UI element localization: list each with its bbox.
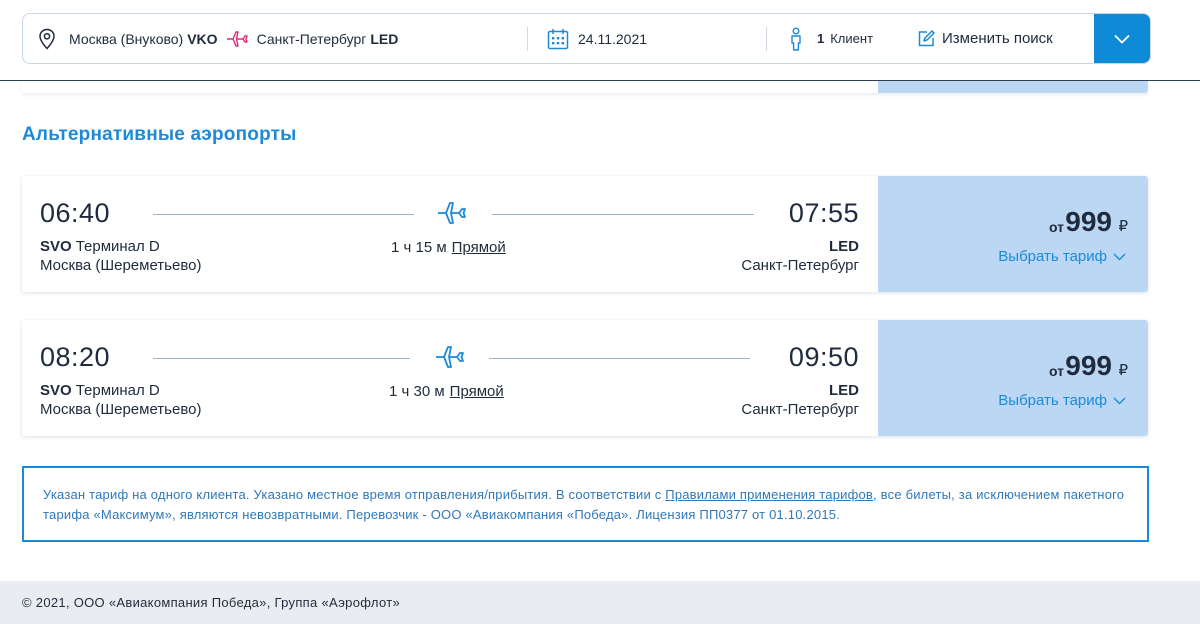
route-summary[interactable]: Москва (Внуково) VKO Санкт-Петербург LED [23, 14, 527, 63]
previous-price-panel[interactable] [878, 81, 1148, 93]
route-line [153, 358, 410, 359]
arrival-code: LED [829, 382, 859, 399]
departure-terminal: Терминал D [75, 238, 160, 255]
price-amount: 999 [1065, 206, 1112, 237]
plane-icon [438, 202, 466, 224]
expand-search-button[interactable] [1094, 14, 1150, 63]
flight-date: 24.11.2021 [578, 30, 648, 47]
chevron-down-icon [1113, 397, 1126, 404]
direct-flight-link[interactable]: Прямой [450, 383, 504, 400]
fare-notice-part1: Указан тариф на одного клиента. Указано … [43, 487, 666, 502]
choose-fare-button[interactable]: Выбрать тариф [998, 248, 1126, 265]
route-line [492, 214, 754, 215]
departure-airport: SVO Терминал D [40, 382, 160, 399]
origin-city: Москва (Внуково) [69, 30, 184, 47]
price-from-label: от [1048, 363, 1064, 379]
fare-notice-text: Указан тариф на одного клиента. Указано … [43, 485, 1128, 525]
previous-flight-card [22, 81, 1148, 93]
search-summary-bar: Москва (Внуково) VKO Санкт-Петербург LED… [22, 13, 1151, 64]
departure-airport: SVO Терминал D [40, 238, 160, 255]
currency-symbol: ₽ [1118, 362, 1128, 379]
calendar-icon [547, 28, 569, 49]
map-pin-icon [39, 28, 55, 50]
departure-time: 08:20 [40, 342, 111, 372]
price-from-label: от [1048, 219, 1064, 235]
passenger-count: 1 [817, 31, 825, 46]
price-amount: 999 [1065, 350, 1112, 381]
pencil-icon [918, 29, 935, 46]
choose-fare-label: Выбрать тариф [998, 392, 1107, 409]
person-icon [791, 27, 801, 51]
section-title: Альтернативные аэропорты [22, 124, 297, 145]
price-panel[interactable]: от 999 ₽ Выбрать тариф [878, 320, 1148, 436]
price-panel[interactable]: от 999 ₽ Выбрать тариф [878, 176, 1148, 292]
departure-city: Москва (Шереметьево) [40, 401, 202, 418]
flight-duration-row: 1 ч 30 м Прямой [389, 383, 504, 400]
destination-code: LED [370, 30, 399, 47]
chevron-down-icon [1114, 34, 1130, 44]
plane-icon [226, 30, 248, 47]
arrival-city: Санкт-Петербург [741, 401, 859, 418]
arrival-code: LED [829, 238, 859, 255]
route-line [153, 214, 414, 215]
passenger-summary[interactable]: 1 Клиент [767, 14, 917, 63]
flight-duration: 1 ч 30 м [389, 383, 445, 400]
flight-duration-row: 1 ч 15 м Прямой [391, 239, 506, 256]
flight-duration: 1 ч 15 м [391, 239, 447, 256]
plane-icon [436, 346, 464, 368]
departure-code: SVO [40, 382, 72, 399]
edit-search-label: Изменить поиск [942, 30, 1053, 47]
route-line [489, 358, 750, 359]
chevron-down-icon [1113, 253, 1126, 260]
direct-flight-link[interactable]: Прямой [452, 239, 506, 256]
arrival-time: 07:55 [788, 198, 859, 228]
departure-code: SVO [40, 238, 72, 255]
edit-search-button[interactable]: Изменить поиск [917, 14, 1077, 63]
destination-city: Санкт-Петербург [256, 30, 367, 47]
departure-city: Москва (Шереметьево) [40, 257, 202, 274]
flight-info: 08:20 09:50 SVO Терминал D Москва (Шереме… [22, 320, 878, 436]
arrival-city: Санкт-Петербург [741, 257, 859, 274]
footer: © 2021, ООО «Авиакомпания Победа», Групп… [0, 581, 1200, 624]
departure-terminal: Терминал D [75, 382, 160, 399]
flight-info: 06:40 07:55 SVO Терминал D Москва (Шереме… [22, 176, 878, 292]
flight-card: 06:40 07:55 SVO Терминал D Москва (Шереме… [22, 176, 1148, 292]
fare-notice: Указан тариф на одного клиента. Указано … [22, 466, 1149, 542]
flight-card: 08:20 09:50 SVO Терминал D Москва (Шереме… [22, 320, 1148, 436]
origin-code: VKO [187, 30, 218, 47]
passenger-label: Клиент [830, 31, 874, 46]
date-summary[interactable]: 24.11.2021 [528, 14, 766, 63]
copyright-text: © 2021, ООО «Авиакомпания Победа», Групп… [22, 595, 400, 610]
choose-fare-label: Выбрать тариф [998, 248, 1107, 265]
departure-time: 06:40 [40, 198, 111, 228]
arrival-time: 09:50 [788, 342, 859, 372]
choose-fare-button[interactable]: Выбрать тариф [998, 392, 1126, 409]
fare-rules-link[interactable]: Правилами применения тарифов [665, 487, 873, 502]
currency-symbol: ₽ [1118, 218, 1128, 235]
